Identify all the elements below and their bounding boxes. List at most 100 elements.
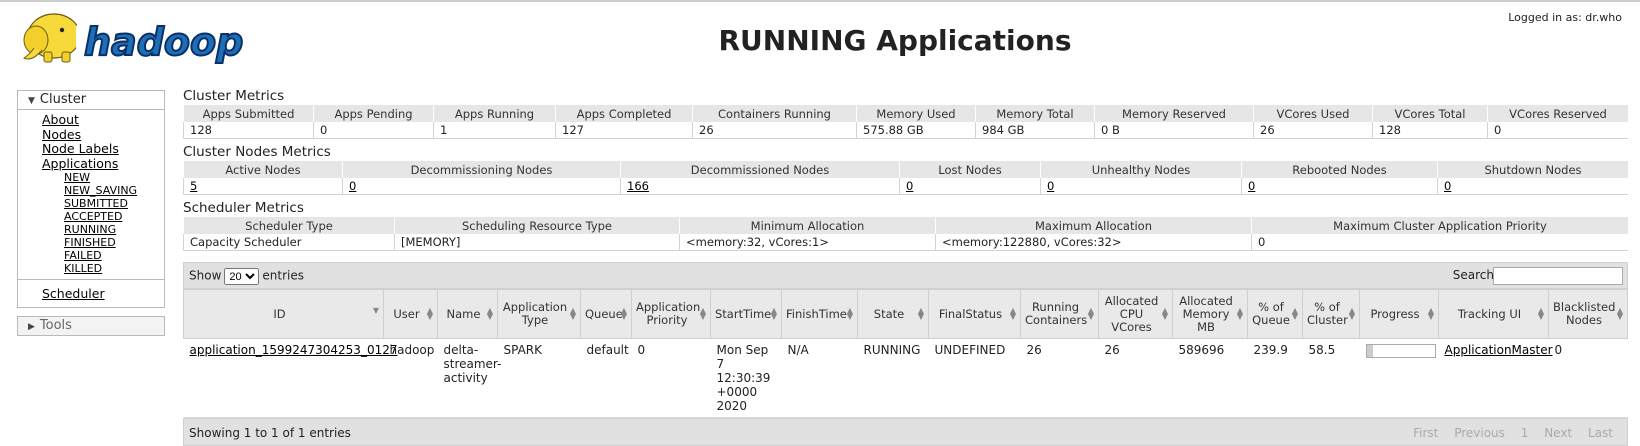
node-metric-header: Active Nodes — [183, 161, 343, 178]
application-id-link[interactable]: application_1599247304253_0127 — [190, 343, 398, 357]
page-size-select[interactable]: 20 — [224, 268, 260, 285]
column-header-name[interactable]: Name ▲ ▼ — [437, 289, 498, 339]
metric-header: Memory Used — [856, 105, 976, 122]
sort-icon: ▲ ▼ — [1537, 306, 1544, 321]
table-header-row: ID ▼ User ▲ ▼ Name ▲ ▼ Application Type ▲ ▼ Que… — [183, 289, 1628, 339]
sort-icon: ▲ ▼ — [1616, 306, 1623, 321]
pager-previous[interactable]: Previous — [1454, 426, 1505, 440]
active-nodes-link[interactable]: 5 — [190, 179, 197, 193]
unhealthy-nodes-link[interactable]: 0 — [1047, 179, 1054, 193]
nav-state-new[interactable]: NEW — [64, 171, 164, 184]
pager-last[interactable]: Last — [1588, 426, 1613, 440]
metric-value: 0 — [1487, 122, 1628, 139]
pager-next[interactable]: Next — [1544, 426, 1572, 440]
node-metric-header: Shutdown Nodes — [1437, 161, 1628, 178]
nav-state-running[interactable]: RUNNING — [64, 223, 164, 236]
pager-page-1[interactable]: 1 — [1521, 426, 1529, 440]
metric-header: Memory Reserved — [1094, 105, 1254, 122]
showing-entries-info: Showing 1 to 1 of 1 entries — [189, 426, 351, 440]
column-header-blacklisted-nodes[interactable]: Blacklisted Nodes ▲ ▼ — [1548, 289, 1628, 339]
node-metrics-value-row: 5 0 166 0 0 0 0 — [183, 178, 1628, 195]
column-header-pct-queue[interactable]: % of Queue ▲ ▼ — [1247, 289, 1303, 339]
tracking-ui-link[interactable]: ApplicationMaster — [1445, 343, 1553, 357]
node-metric-header: Unhealthy Nodes — [1040, 161, 1242, 178]
nav-state-killed[interactable]: KILLED — [64, 262, 164, 275]
sort-icon: ▲ ▼ — [699, 306, 706, 321]
column-header-id[interactable]: ID ▼ — [183, 289, 384, 339]
column-header-running-containers[interactable]: Running Containers ▲ ▼ — [1020, 289, 1099, 339]
sort-icon: ▲ ▼ — [917, 306, 924, 321]
sort-icon: ▲ ▼ — [770, 306, 777, 321]
lost-nodes-link[interactable]: 0 — [906, 179, 913, 193]
nav-state-new-saving[interactable]: NEW_SAVING — [64, 184, 164, 197]
triangle-right-icon: ▶ — [28, 322, 35, 332]
nav-state-failed[interactable]: FAILED — [64, 249, 164, 262]
metric-value: 128 — [183, 122, 314, 139]
node-metric-header: Lost Nodes — [899, 161, 1041, 178]
nav-link-about[interactable]: About — [42, 112, 164, 128]
column-header-allocated-vcores[interactable]: Allocated CPU VCores ▲ ▼ — [1098, 289, 1173, 339]
cell-finalstatus: UNDEFINED — [928, 338, 1021, 418]
pager-first[interactable]: First — [1413, 426, 1438, 440]
column-header-state[interactable]: State ▲ ▼ — [857, 289, 929, 339]
cluster-nav-header[interactable]: ▼ Cluster — [18, 91, 164, 110]
sort-icon: ▲ ▼ — [620, 306, 627, 321]
column-header-finalstatus[interactable]: FinalStatus ▲ ▼ — [928, 289, 1021, 339]
metric-header: VCores Reserved — [1487, 105, 1628, 122]
scheduler-metric-header: Scheduling Resource Type — [394, 217, 680, 234]
nav-link-applications[interactable]: Applications — [42, 156, 164, 172]
cell-pct-cluster: 58.5 — [1302, 338, 1360, 418]
metric-header: VCores Total — [1372, 105, 1488, 122]
node-metric-header: Rebooted Nodes — [1241, 161, 1438, 178]
nav-state-finished[interactable]: FINISHED — [64, 236, 164, 249]
metric-header: Apps Submitted — [183, 105, 314, 122]
metric-header: Apps Completed — [555, 105, 693, 122]
nav-link-scheduler[interactable]: Scheduler — [42, 286, 105, 301]
search-input[interactable] — [1493, 267, 1623, 285]
decommissioning-nodes-link[interactable]: 0 — [349, 179, 356, 193]
metric-header: Apps Running — [433, 105, 556, 122]
scheduler-metric-value: Capacity Scheduler — [183, 234, 395, 251]
cell-queue: default — [580, 338, 632, 418]
nav-state-accepted[interactable]: ACCEPTED — [64, 210, 164, 223]
cluster-nav: ▼ Cluster About Nodes Node Labels Applica… — [17, 90, 165, 308]
column-header-allocated-memory[interactable]: Allocated Memory MB ▲ ▼ — [1172, 289, 1248, 339]
scheduler-metric-value: [MEMORY] — [394, 234, 680, 251]
column-header-progress[interactable]: Progress ▲ ▼ — [1359, 289, 1439, 339]
sort-icon: ▲ ▼ — [486, 306, 493, 321]
rebooted-nodes-link[interactable]: 0 — [1248, 179, 1255, 193]
column-header-priority[interactable]: Application Priority ▲ ▼ — [631, 289, 711, 339]
search-label: Search: — [1452, 268, 1498, 282]
tools-nav-header[interactable]: ▶ Tools — [18, 317, 164, 335]
column-header-user[interactable]: User ▲ ▼ — [383, 289, 438, 339]
column-header-application-type[interactable]: Application Type ▲ ▼ — [497, 289, 581, 339]
nav-link-nodes[interactable]: Nodes — [42, 127, 164, 143]
column-header-finishtime[interactable]: FinishTime ▲ ▼ — [781, 289, 858, 339]
sort-icon: ▲ ▼ — [1161, 306, 1168, 321]
sort-icon: ▲ ▼ — [1236, 306, 1243, 321]
cluster-metrics-table: Apps Submitted Apps Pending Apps Running… — [183, 105, 1628, 139]
column-header-pct-cluster[interactable]: % of Cluster ▲ ▼ — [1302, 289, 1360, 339]
shutdown-nodes-link[interactable]: 0 — [1444, 179, 1451, 193]
cell-allocated-memory: 589696 — [1172, 338, 1248, 418]
cell-blacklisted-nodes: 0 — [1548, 338, 1628, 418]
column-header-starttime[interactable]: StartTime ▲ ▼ — [710, 289, 782, 339]
nav-state-submitted[interactable]: SUBMITTED — [64, 197, 164, 210]
scheduler-metric-header: Minimum Allocation — [679, 217, 936, 234]
sort-icon: ▲ ▼ — [569, 306, 576, 321]
cluster-metrics-title: Cluster Metrics — [183, 88, 285, 104]
sort-icon: ▲ ▼ — [1291, 306, 1298, 321]
scheduler-value-row: Capacity Scheduler [MEMORY] <memory:32, … — [183, 234, 1628, 251]
metric-value: 575.88 GB — [856, 122, 976, 139]
column-header-tracking-ui[interactable]: Tracking UI ▲ ▼ — [1438, 289, 1549, 339]
cell-name: delta-streamer-activity — [437, 338, 501, 418]
triangle-down-icon: ▼ — [28, 96, 35, 106]
column-header-queue[interactable]: Queue ▲ ▼ — [580, 289, 632, 339]
cell-priority: 0 — [631, 338, 711, 418]
sort-icon: ▲ ▼ — [1348, 306, 1355, 321]
progress-bar — [1365, 344, 1436, 358]
metrics-value-row: 128 0 1 127 26 575.88 GB 984 GB 0 B 26 1… — [183, 122, 1628, 139]
decommissioned-nodes-link[interactable]: 166 — [627, 179, 649, 193]
page-title: RUNNING Applications — [718, 24, 1072, 57]
nav-link-node-labels[interactable]: Node Labels — [42, 141, 164, 157]
